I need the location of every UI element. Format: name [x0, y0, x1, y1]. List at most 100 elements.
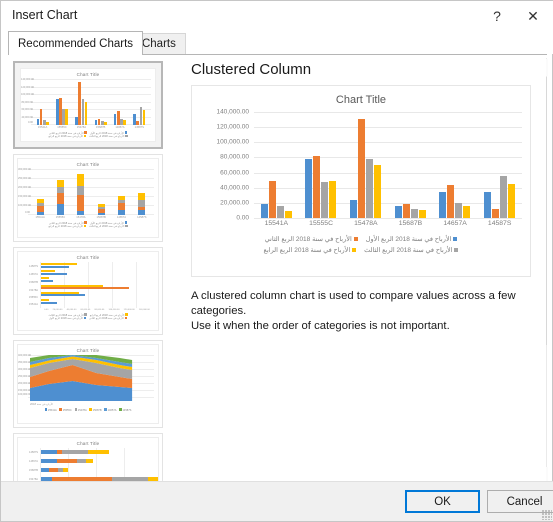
help-icon[interactable]: ? [480, 1, 514, 31]
chart-bar-group [350, 112, 382, 218]
list-item[interactable]: Chart Title 300,000.00 250,000.00 200,00… [13, 154, 163, 242]
chart-description: A clustered column chart is used to comp… [191, 289, 536, 334]
chart-bar[interactable] [484, 191, 492, 218]
chart-bar[interactable] [439, 191, 447, 218]
list-item[interactable]: Chart Title 14587S 14657A 15687B 15478A … [13, 433, 163, 485]
chart-bar[interactable] [463, 205, 471, 218]
dialog-title: Insert Chart [12, 8, 78, 22]
y-tick-label: 20,000.00 [220, 199, 249, 207]
chart-bar[interactable] [492, 208, 500, 218]
thumbnail-plot: 14587S 14657A 15687B 15478A 15555C 15541… [29, 262, 154, 308]
chart-x-axis: 15541A 15555C 15478A 15687B 14657A 14587S [254, 220, 522, 227]
ok-button[interactable]: OK [405, 490, 480, 513]
y-tick-label: 100,000.00 [216, 138, 249, 146]
legend-item[interactable]: الأرباح في سنة 2018 الربع الثاني [265, 234, 358, 245]
thumbnail-plot: 400,000.00 350,000.00 300,000.00 250,000… [18, 354, 154, 401]
chart-bar[interactable] [313, 156, 321, 218]
chart-bar-group [439, 112, 471, 218]
x-tick-label: 15687B [398, 220, 423, 227]
chart-bar[interactable] [394, 205, 402, 218]
tab-strip: Recommended Charts All Charts [1, 31, 553, 55]
title-bar: Insert Chart ? ✕ [1, 1, 553, 31]
close-icon[interactable]: ✕ [516, 1, 550, 31]
chart-bar[interactable] [374, 165, 382, 218]
thumbnail-title: Chart Title [76, 162, 100, 167]
x-tick-label: 15541A [264, 220, 289, 227]
chart-bar[interactable] [268, 180, 276, 218]
x-tick-label: 14587S [487, 220, 512, 227]
legend-swatch-icon [453, 237, 458, 242]
thumbnail-legend: الأرباح في سنة 2018 الربع الأول الأرباح … [18, 221, 158, 228]
chart-preview-pane: Clustered Column Chart Title 140,000.00 … [186, 55, 546, 485]
chart-bar[interactable] [366, 158, 374, 218]
thumbnail-preview: Chart Title 14587S 14657A 15687B 15478A … [17, 437, 159, 485]
chart-bar[interactable] [418, 209, 426, 218]
recommended-charts-list[interactable]: Chart Title 140,000.00 120,000.00 100,00… [9, 58, 167, 485]
chart-bar-group [305, 112, 337, 218]
chart-description-line1: A clustered column chart is used to comp… [191, 290, 516, 317]
dialog-body: Chart Title 140,000.00 120,000.00 100,00… [8, 55, 548, 485]
chart-bar[interactable] [321, 181, 329, 218]
dialog-footer: OK Cancel [1, 481, 553, 521]
chart-bar[interactable] [447, 185, 455, 218]
thumbnail-legend: الأرباح في سنة 2018 الربع الأول الأرباح … [21, 131, 155, 138]
thumbnail-plot: 300,000.00 250,000.00 200,000.00 150,000… [18, 168, 154, 215]
legend-label: الأرباح في سنة 2018 الربع الثالث [364, 247, 453, 254]
tab-recommended-charts[interactable]: Recommended Charts [8, 31, 144, 55]
legend-item[interactable]: الأرباح في سنة 2018 الربع الأول [366, 234, 458, 245]
y-tick-label: 60,000.00 [220, 169, 249, 177]
x-tick-label: 15478A [354, 220, 378, 227]
chart-bar[interactable] [455, 202, 463, 218]
y-tick-label: 40,000.00 [220, 184, 249, 192]
chart-bar[interactable] [410, 208, 418, 218]
chart-bar[interactable] [305, 158, 313, 218]
chart-bar[interactable] [276, 205, 284, 218]
thumbnail-plot: 140,000.00 120,000.00 100,000.00 80,000.… [21, 78, 151, 125]
legend-label: الأرباح في سنة 2018 الربع الرابع [263, 247, 351, 254]
chart-plot-wrapper: 140,000.00 120,000.00 100,000.00 80,000.… [198, 109, 522, 222]
chart-bar-group [484, 112, 516, 218]
chart-bar[interactable] [358, 118, 366, 218]
thumbnail-title: Chart Title [76, 255, 100, 260]
insert-chart-dialog: Insert Chart ? ✕ Recommended Charts All … [0, 0, 553, 522]
list-item[interactable]: Chart Title 14587S 14657A 15687B 15478A … [13, 247, 163, 335]
y-tick-label: 120,000.00 [216, 123, 249, 131]
chart-title: Chart Title [335, 94, 387, 106]
tab-recommended-charts-label: Recommended Charts [18, 37, 134, 50]
list-item[interactable]: Chart Title 400,000.00 350,000.00 300,00… [13, 340, 163, 428]
chart-legend[interactable]: الأرباح في سنة 2018 الربع الأول الأرباح ف… [192, 234, 530, 256]
legend-swatch-icon [352, 248, 357, 253]
legend-label: الأرباح في سنة 2018 الربع الثاني [264, 236, 352, 243]
chart-bar[interactable] [329, 180, 337, 218]
legend-swatch-icon [454, 248, 459, 253]
legend-item[interactable]: الأرباح في سنة 2018 الربع الثالث [364, 245, 459, 256]
chart-description-line2: Use it when the order of categories is n… [191, 320, 450, 332]
thumbnail-plot: 14587S 14657A 15687B 15478A 15555C [29, 448, 158, 485]
x-tick-label: 15555C [309, 220, 333, 227]
thumbnail-x-axis: 0.00 20,000.00 40,000.00 60,000.00 80,000.00… [44, 309, 150, 311]
legend-swatch-icon [353, 237, 358, 242]
chart-bar[interactable] [260, 204, 268, 218]
legend-label: الأرباح في سنة 2018 الربع الأول [365, 236, 452, 243]
tab-underline-gap [9, 54, 115, 55]
legend-item[interactable]: الأرباح في سنة 2018 الربع الرابع [264, 245, 357, 256]
preview-heading: Clustered Column [191, 61, 312, 78]
chart-bar[interactable] [500, 175, 508, 218]
chart-bar-groups [254, 112, 522, 218]
thumbnail-preview: Chart Title 140,000.00 120,000.00 100,00… [20, 68, 156, 142]
list-item[interactable]: Chart Title 140,000.00 120,000.00 100,00… [13, 61, 163, 149]
thumbnail-x-axis: 15541A 15555C 15478A 15687B 14657A 14587S [38, 126, 144, 129]
x-tick-label: 14657A [443, 220, 467, 227]
chart-preview[interactable]: Chart Title 140,000.00 120,000.00 100,00… [191, 85, 531, 277]
thumbnail-preview: Chart Title 14587S 14657A 15687B 15478A … [17, 251, 159, 331]
resize-grip-icon[interactable] [542, 510, 552, 520]
y-tick-label: 0.00 [236, 214, 249, 222]
chart-bar[interactable] [350, 199, 358, 218]
chart-plot-area [254, 112, 522, 219]
chart-bar[interactable] [508, 183, 516, 218]
chart-bar-group [394, 112, 426, 218]
thumbnail-preview: Chart Title 300,000.00 250,000.00 200,00… [17, 158, 159, 238]
thumbnail-legend: الأرباح في سنة 2018 الربع الرابع الأرباح… [18, 313, 158, 320]
chart-bar[interactable] [402, 203, 410, 218]
chart-bar[interactable] [284, 210, 292, 218]
